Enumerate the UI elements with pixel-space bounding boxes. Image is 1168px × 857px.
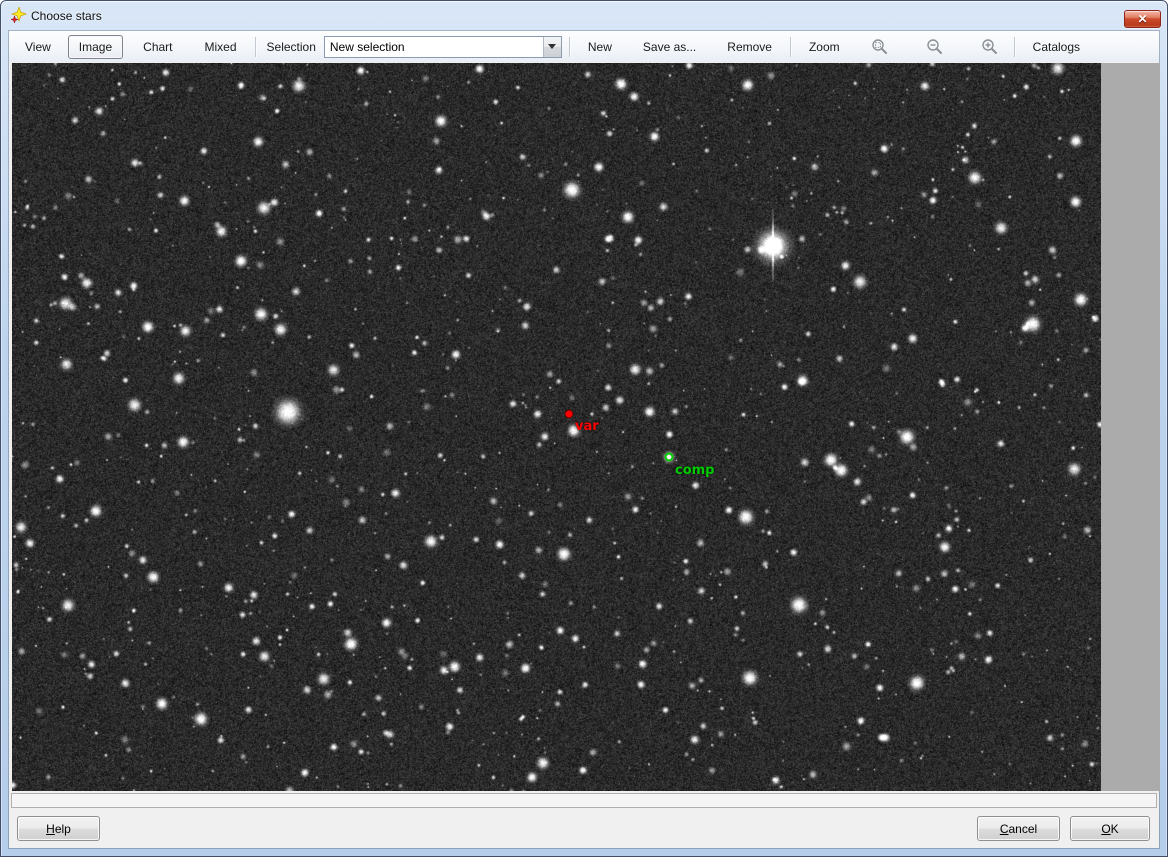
mixed-button[interactable]: Mixed	[194, 35, 248, 59]
close-icon: ✕	[1137, 13, 1147, 25]
choose-stars-window: Choose stars ✕ View Image Chart Mixed Se…	[0, 0, 1168, 857]
toolbar-separator	[790, 37, 791, 57]
chart-button[interactable]: Chart	[132, 35, 183, 59]
image-button[interactable]: Image	[68, 35, 123, 59]
save-as-button[interactable]: Save as...	[632, 35, 707, 59]
zoom-in-icon	[981, 38, 998, 55]
toolbar-separator	[1014, 37, 1015, 57]
catalogs-button[interactable]: Catalogs	[1022, 35, 1091, 59]
zoom-fit-icon	[871, 38, 888, 55]
zoom-fit-button[interactable]	[868, 35, 892, 59]
help-button[interactable]: Help	[17, 816, 100, 841]
zoom-in-button[interactable]	[978, 35, 1002, 59]
zoom-out-button[interactable]	[923, 35, 947, 59]
toolbar-separator	[255, 37, 256, 57]
image-viewport[interactable]: var comp	[12, 63, 1160, 791]
cancel-button[interactable]: Cancel	[977, 816, 1060, 841]
toolbar: View Image Chart Mixed Selection New sel…	[9, 31, 1159, 62]
comp-star-marker[interactable]	[665, 453, 674, 462]
close-button[interactable]: ✕	[1124, 10, 1161, 28]
selection-combobox[interactable]: New selection	[324, 36, 562, 58]
toolbar-separator	[569, 37, 570, 57]
selection-combobox-value: New selection	[325, 40, 543, 54]
dialog-content: View Image Chart Mixed Selection New sel…	[9, 31, 1159, 848]
chevron-down-icon	[548, 44, 556, 49]
zoom-out-icon	[926, 38, 943, 55]
ok-button[interactable]: OK	[1070, 816, 1150, 841]
remove-button[interactable]: Remove	[716, 35, 783, 59]
var-star-label: var	[575, 420, 599, 434]
status-bar	[11, 793, 1157, 808]
var-star-marker[interactable]	[566, 411, 573, 418]
combobox-dropdown-button[interactable]	[543, 37, 561, 57]
app-star-icon	[10, 7, 28, 25]
new-button[interactable]: New	[577, 35, 623, 59]
zoom-button[interactable]: Zoom	[798, 35, 851, 59]
window-title: Choose stars	[31, 9, 102, 23]
star-field-image[interactable]	[12, 63, 1101, 791]
titlebar[interactable]: Choose stars ✕	[1, 1, 1167, 31]
comp-star-label: comp	[675, 464, 715, 478]
selection-label: Selection	[263, 40, 322, 54]
view-button[interactable]: View	[14, 35, 62, 59]
